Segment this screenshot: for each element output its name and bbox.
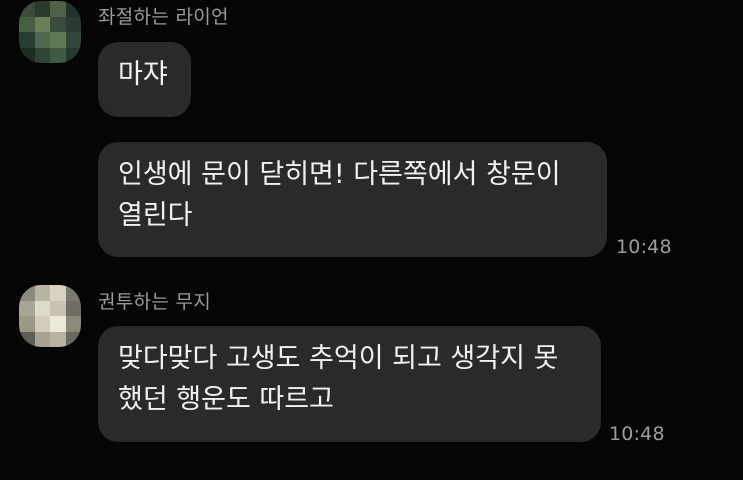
- avatar-pixel: [34, 300, 50, 316]
- avatar-pixel: [19, 16, 35, 32]
- avatar-pixel: [65, 285, 81, 301]
- sender-name: 권투하는 무지: [98, 291, 212, 313]
- avatar-pixel: [65, 316, 81, 332]
- sender-avatar-1[interactable]: [19, 1, 81, 63]
- avatar-pixel: [65, 1, 81, 17]
- avatar-pixel: [50, 47, 66, 63]
- message-bubble[interactable]: 인생에 문이 닫히면! 다른쪽에서 창문이 열린다: [98, 142, 607, 257]
- message-bubble[interactable]: 마쟈: [98, 42, 191, 117]
- avatar-pixel: [34, 32, 50, 48]
- avatar-pixel: [50, 32, 66, 48]
- avatar-pixel: [34, 16, 50, 32]
- avatar-pixel: [19, 300, 35, 316]
- avatar-pixel: [34, 47, 50, 63]
- avatar-pixel: [65, 300, 81, 316]
- avatar-pixel: [50, 316, 66, 332]
- avatar-pixel: [34, 1, 50, 17]
- avatar-pixel: [65, 32, 81, 48]
- message-bubble[interactable]: 맞다맞다 고생도 추억이 되고 생각지 못 했던 행운도 따르고: [98, 326, 601, 442]
- avatar-pixel: [50, 285, 66, 301]
- sender-name: 좌절하는 라이언: [98, 6, 229, 28]
- avatar-pixel: [65, 16, 81, 32]
- avatar-pixel: [50, 331, 66, 347]
- avatar-pixel: [34, 285, 50, 301]
- avatar-pixel: [19, 32, 35, 48]
- avatar-pixel: [19, 1, 35, 17]
- avatar-pixel: [50, 1, 66, 17]
- avatar-pixel: [19, 47, 35, 63]
- message-timestamp: 10:48: [616, 236, 672, 258]
- avatar-pixel: [65, 47, 81, 63]
- avatar-pixel: [50, 300, 66, 316]
- avatar-pixel: [50, 16, 66, 32]
- avatar-pixel: [19, 285, 35, 301]
- sender-avatar-2[interactable]: [19, 285, 81, 347]
- avatar-pixel: [34, 316, 50, 332]
- message-timestamp: 10:48: [609, 423, 665, 445]
- avatar-pixel: [65, 331, 81, 347]
- avatar-pixel: [19, 331, 35, 347]
- avatar-pixel: [34, 331, 50, 347]
- avatar-pixel: [19, 316, 35, 332]
